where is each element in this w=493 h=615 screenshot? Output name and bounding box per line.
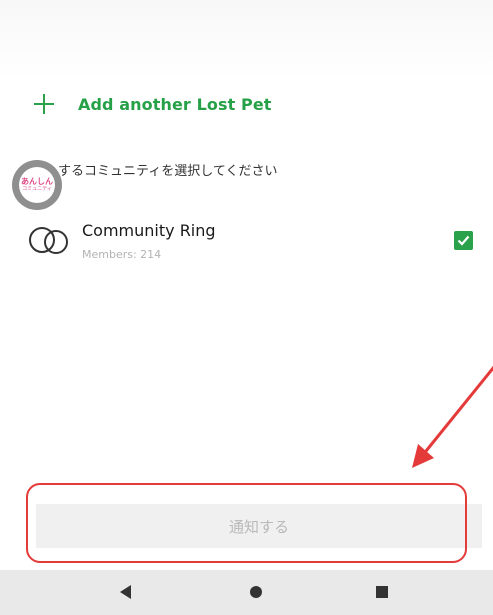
- add-lost-pet-button[interactable]: Add another Lost Pet: [34, 88, 272, 120]
- app-logo-text: あんしん: [21, 177, 53, 186]
- app-logo-badge: あんしん コミュニティ: [12, 160, 62, 210]
- community-section-header: あんしん コミュニティ するコミュニティを選択してください: [12, 157, 277, 213]
- top-fade: [0, 0, 493, 80]
- android-nav-bar: [0, 570, 493, 615]
- screen: Add another Lost Pet あんしん コミュニティ するコミュニテ…: [0, 0, 493, 615]
- community-checkbox[interactable]: [454, 231, 473, 250]
- community-members-count: Members: 214: [82, 248, 162, 261]
- community-list-item[interactable]: Community Ring Members: 214: [26, 214, 486, 264]
- annotation-arrow: [412, 365, 493, 468]
- home-icon[interactable]: [250, 586, 262, 598]
- app-logo-subtext: コミュニティ: [22, 186, 52, 192]
- plus-icon: [34, 94, 54, 114]
- section-title: するコミュニティを選択してください: [58, 163, 278, 179]
- community-rings-icon: [29, 227, 68, 254]
- community-name: Community Ring: [82, 221, 216, 240]
- app-logo-inner: あんしん コミュニティ: [19, 167, 55, 203]
- checkmark-icon: [457, 235, 470, 246]
- add-lost-pet-label: Add another Lost Pet: [78, 94, 272, 114]
- annotation-highlight-box: [26, 483, 467, 563]
- back-icon[interactable]: [120, 585, 131, 599]
- recents-icon[interactable]: [376, 586, 388, 598]
